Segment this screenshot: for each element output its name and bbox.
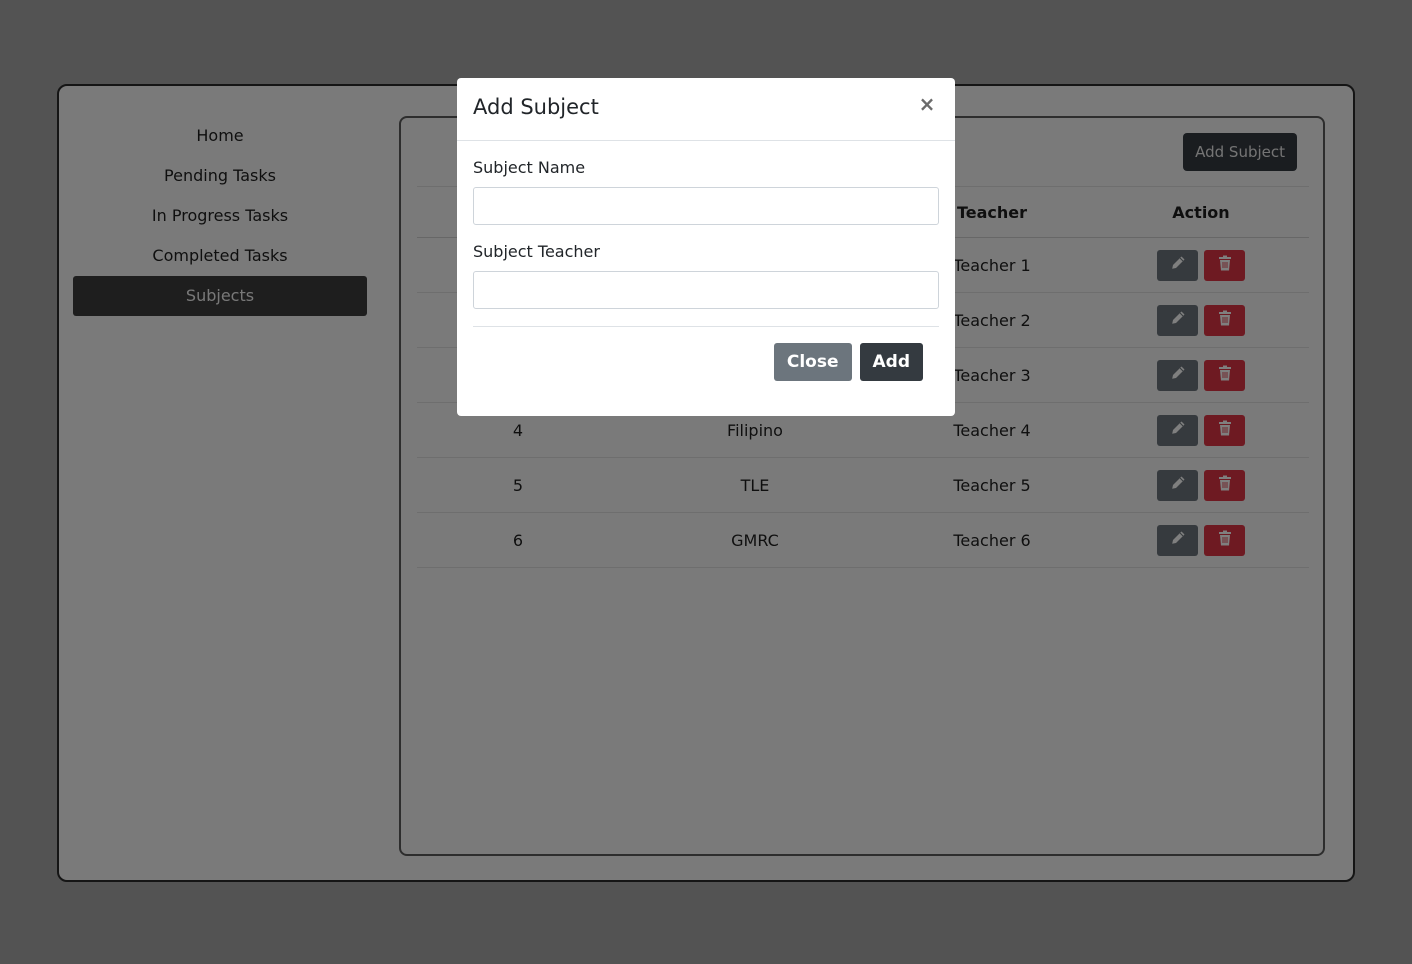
modal-footer: Close Add xyxy=(457,327,955,381)
subject-teacher-input[interactable] xyxy=(473,271,939,309)
subject-teacher-label: Subject Teacher xyxy=(473,242,600,261)
close-button[interactable]: Close xyxy=(773,343,852,381)
close-icon[interactable]: × xyxy=(917,92,937,116)
add-button[interactable]: Add xyxy=(859,343,923,381)
modal-body: Subject Name Subject Teacher xyxy=(457,141,955,327)
modal-title: Add Subject xyxy=(473,95,599,119)
add-subject-modal: Add Subject × Subject Name Subject Teach… xyxy=(457,78,955,416)
modal-header: Add Subject × xyxy=(457,78,955,141)
subject-name-input[interactable] xyxy=(473,187,939,225)
subject-name-label: Subject Name xyxy=(473,158,586,177)
